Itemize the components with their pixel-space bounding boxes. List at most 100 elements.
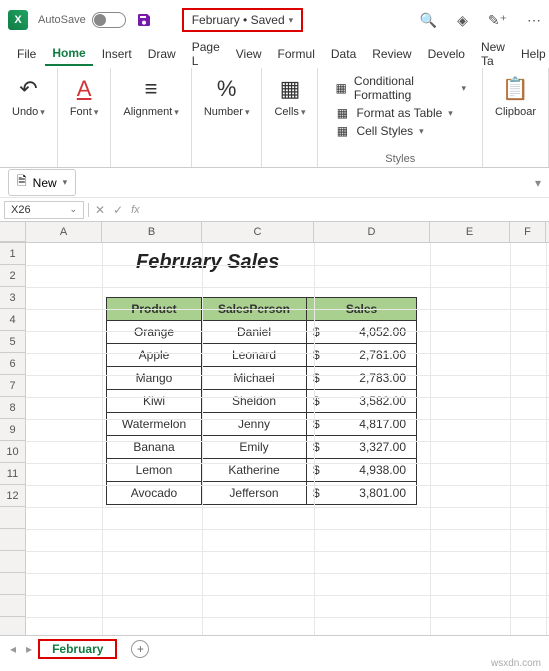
title-bar: X AutoSave February • Saved ▾ 🔍 ◈ ✎⁺ ⋯	[0, 0, 549, 40]
row-header[interactable]: 9	[0, 419, 25, 441]
save-icon[interactable]	[136, 12, 152, 28]
row-header[interactable]	[0, 573, 25, 595]
chevron-down-icon: ▾	[63, 177, 68, 188]
row-header[interactable]	[0, 529, 25, 551]
table-row: OrangeDaniel$4,052.00	[107, 321, 417, 344]
menu-new-tab[interactable]: New Ta	[474, 36, 512, 72]
row-header[interactable]	[0, 507, 25, 529]
alignment-button[interactable]: ≡ Alignment▾	[119, 74, 182, 120]
sales-title: February Sales	[136, 251, 279, 274]
cells-button[interactable]: ▦ Cells▾	[270, 74, 309, 120]
sheet-area[interactable]: 123456789101112 February Sales ProductSa…	[0, 243, 549, 635]
diamond-icon[interactable]: ◈	[457, 12, 468, 29]
autosave-group: AutoSave	[38, 12, 126, 28]
row-header[interactable]: 5	[0, 331, 25, 353]
column-header[interactable]: B	[102, 222, 202, 242]
chevron-down-icon: ⌄	[69, 204, 77, 215]
menu-data[interactable]: Data	[324, 43, 363, 65]
cell-styles-button[interactable]: ▦Cell Styles▾	[334, 124, 466, 138]
menu-bar: File Home Insert Draw Page L View Formul…	[0, 40, 549, 68]
undo-button[interactable]: ↶ Undo▾	[8, 74, 49, 120]
conditional-formatting-button[interactable]: ▦Conditional Formatting▾	[334, 74, 466, 102]
quick-access-bar: 🗎 New ▾ ▾	[0, 168, 549, 198]
spreadsheet-grid: ABCDEF 123456789101112 February Sales Pr…	[0, 222, 549, 635]
sheet-tab-february[interactable]: February	[38, 639, 117, 659]
cells-area[interactable]: February Sales ProductSalesPersonSalesOr…	[26, 243, 549, 635]
column-header[interactable]: F	[510, 222, 546, 242]
ribbon-group-number: % Number▾	[192, 68, 263, 167]
number-button[interactable]: % Number▾	[200, 74, 254, 120]
wand-icon[interactable]: ✎⁺	[488, 12, 507, 29]
fx-label[interactable]: fx	[131, 204, 140, 216]
tab-next-icon[interactable]: ▸	[26, 642, 32, 656]
column-header[interactable]: A	[26, 222, 102, 242]
menu-help[interactable]: Help	[514, 43, 549, 65]
row-header[interactable]	[0, 551, 25, 573]
row-header[interactable]: 11	[0, 463, 25, 485]
row-header[interactable]: 2	[0, 265, 25, 287]
ribbon: ↶ Undo▾ A Font▾ ≡ Alignment▾ % Number▾ ▦…	[0, 68, 549, 168]
clipboard-button[interactable]: 📋 Clipboar	[491, 74, 540, 120]
ribbon-group-cells: ▦ Cells▾	[262, 68, 318, 167]
percent-icon: %	[217, 76, 237, 102]
row-header[interactable]: 6	[0, 353, 25, 375]
styles-group-label: Styles	[385, 153, 415, 165]
new-file-icon: 🗎	[17, 172, 27, 193]
ribbon-group-undo: ↶ Undo▾	[0, 68, 58, 167]
quickbar-dropdown-icon[interactable]: ▾	[535, 176, 541, 190]
table-row: BananaEmily$3,327.00	[107, 436, 417, 459]
row-header[interactable]: 7	[0, 375, 25, 397]
row-header[interactable]	[0, 595, 25, 617]
add-sheet-button[interactable]: +	[131, 640, 149, 658]
cancel-icon[interactable]: ✕	[95, 203, 105, 217]
alignment-icon: ≡	[145, 76, 158, 102]
ribbon-group-font: A Font▾	[58, 68, 112, 167]
menu-draw[interactable]: Draw	[141, 43, 183, 65]
ribbon-group-styles: ▦Conditional Formatting▾ ▦Format as Tabl…	[318, 68, 483, 167]
table-icon: ▦	[334, 106, 350, 120]
menu-insert[interactable]: Insert	[95, 43, 139, 65]
font-button[interactable]: A Font▾	[66, 74, 103, 120]
watermark: wsxdn.com	[491, 658, 541, 669]
menu-file[interactable]: File	[10, 43, 43, 65]
new-button[interactable]: 🗎 New ▾	[8, 169, 76, 196]
cells-icon: ▦	[280, 76, 301, 102]
menu-view[interactable]: View	[229, 43, 269, 65]
table-row: WatermelonJenny$4,817.00	[107, 413, 417, 436]
menu-formulas[interactable]: Formul	[271, 43, 322, 65]
format-as-table-button[interactable]: ▦Format as Table▾	[334, 106, 466, 120]
menu-page-layout[interactable]: Page L	[185, 36, 227, 72]
cell-styles-icon: ▦	[334, 124, 350, 138]
autosave-label: AutoSave	[38, 14, 86, 26]
file-status-box[interactable]: February • Saved ▾	[182, 8, 303, 32]
name-box[interactable]: X26 ⌄	[4, 201, 84, 219]
column-headers: ABCDEF	[0, 222, 549, 243]
undo-icon: ↶	[19, 76, 37, 102]
font-icon: A	[77, 76, 92, 102]
tab-prev-icon[interactable]: ◂	[10, 642, 16, 656]
file-status-text: February • Saved	[192, 13, 285, 27]
more-icon[interactable]: ⋯	[527, 12, 541, 29]
tab-nav-arrows: ◂ ▸	[10, 642, 32, 656]
row-header[interactable]: 8	[0, 397, 25, 419]
row-header[interactable]: 3	[0, 287, 25, 309]
row-header[interactable]: 1	[0, 243, 25, 265]
menu-review[interactable]: Review	[365, 43, 418, 65]
select-all-corner[interactable]	[0, 222, 26, 242]
menu-developer[interactable]: Develo	[421, 43, 472, 65]
column-header[interactable]: C	[202, 222, 314, 242]
column-header[interactable]: E	[430, 222, 510, 242]
ribbon-group-clipboard: 📋 Clipboar	[483, 68, 549, 167]
row-header[interactable]: 4	[0, 309, 25, 331]
search-icon[interactable]: 🔍	[420, 12, 437, 29]
ribbon-group-alignment: ≡ Alignment▾	[111, 68, 191, 167]
accept-icon[interactable]: ✓	[113, 203, 123, 217]
row-header[interactable]: 10	[0, 441, 25, 463]
table-row: AppleLeonard$2,781.00	[107, 344, 417, 367]
column-header[interactable]: D	[314, 222, 430, 242]
table-row: MangoMichael$2,783.00	[107, 367, 417, 390]
title-right-controls: 🔍 ◈ ✎⁺ ⋯	[420, 12, 541, 29]
autosave-toggle[interactable]	[92, 12, 126, 28]
menu-home[interactable]: Home	[45, 42, 92, 66]
row-header[interactable]: 12	[0, 485, 25, 507]
